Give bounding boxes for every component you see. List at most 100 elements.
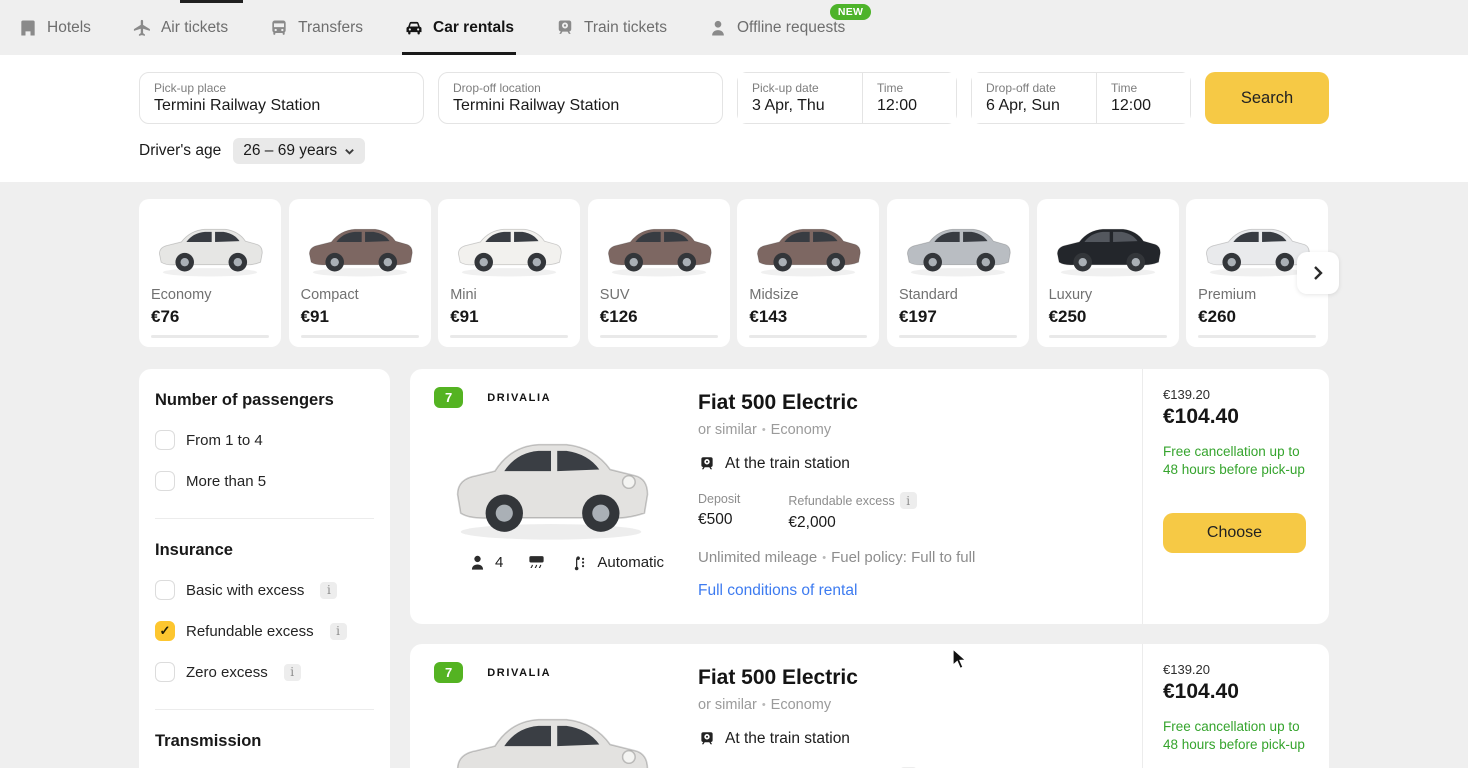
listing-price-panel: €139.20 €104.40 Free cancellation up to … (1142, 644, 1329, 768)
category-price: €91 (450, 307, 568, 327)
car-title: Fiat 500 Electric (698, 391, 1126, 415)
car-subtitle: or similarEconomy (698, 422, 1126, 438)
pickup-location-text: At the train station (725, 455, 850, 473)
dropoff-place-label: Drop-off location (453, 81, 708, 95)
car-thumbnail (450, 207, 568, 287)
seats-count: 4 (495, 554, 503, 571)
pickup-location: At the train station (698, 455, 1126, 473)
checkbox[interactable] (155, 430, 175, 450)
cancellation-note: Free cancellation up to 48 hours before … (1163, 718, 1309, 754)
price-old: €139.20 (1163, 662, 1309, 677)
pickup-datetime-group: Pick-up date 3 Apr, Thu Time 12:00 (737, 72, 957, 124)
filter-option-more-than-5[interactable]: More than 5 (155, 471, 374, 491)
category-underline (749, 335, 867, 338)
filter-section-transmission: Transmission Automatic (155, 709, 374, 768)
plane-icon (132, 18, 152, 38)
tab-label: Air tickets (161, 19, 228, 37)
category-name: Midsize (749, 287, 867, 303)
listing-details: Fiat 500 Electric or similarEconomy At t… (688, 369, 1142, 624)
vendor-logo: DRIVALIA (487, 392, 551, 404)
pickup-time-value: 12:00 (877, 97, 942, 115)
checkbox[interactable] (155, 662, 175, 682)
info-icon[interactable]: i (320, 582, 337, 599)
car-thumbnail (600, 207, 718, 287)
filter-title: Number of passengers (155, 391, 374, 410)
price-old: €139.20 (1163, 387, 1309, 402)
category-card-mini[interactable]: Mini €91 (438, 199, 580, 347)
pickup-location-text: At the train station (725, 730, 850, 748)
excess-value: €2,000 (788, 514, 916, 532)
category-card-luxury[interactable]: Luxury €250 (1037, 199, 1179, 347)
vendor-rating-badge: 7 (434, 662, 463, 683)
carousel-next-button[interactable] (1297, 252, 1339, 294)
full-conditions-link[interactable]: Full conditions of rental (698, 582, 857, 600)
pickup-place-value: Termini Railway Station (154, 97, 409, 115)
filter-option-zero-excess[interactable]: Zero excess i (155, 662, 374, 682)
tab-offline-requests[interactable]: Offline requests NEW (706, 0, 847, 55)
tab-train-tickets[interactable]: Train tickets (553, 0, 669, 55)
tab-transfers[interactable]: Transfers (267, 0, 365, 55)
tab-air-tickets[interactable]: Air tickets (130, 0, 230, 55)
search-button[interactable]: Search (1205, 72, 1329, 124)
checkbox[interactable] (155, 471, 175, 491)
info-icon[interactable]: i (330, 623, 347, 640)
dropoff-place-field[interactable]: Drop-off location Termini Railway Statio… (438, 72, 723, 124)
filter-option-from-1-to-4[interactable]: From 1 to 4 (155, 430, 374, 450)
car-thumbnail (749, 207, 867, 287)
category-name: Standard (899, 287, 1017, 303)
vendor-logo: DRIVALIA (487, 667, 551, 679)
listing-price-panel: €139.20 €104.40 Free cancellation up to … (1142, 369, 1329, 624)
choose-button[interactable]: Choose (1163, 513, 1306, 553)
category-price: €91 (301, 307, 419, 327)
fuel-policy-text: Fuel policy: Full to full (831, 549, 975, 566)
main-nav: Hotels Air tickets Transfers Car rentals… (0, 0, 1468, 55)
car-icon (404, 18, 424, 38)
filter-option-label: More than 5 (186, 473, 266, 490)
dropoff-datetime-group: Drop-off date 6 Apr, Sun Time 12:00 (971, 72, 1191, 124)
dropoff-date-field[interactable]: Drop-off date 6 Apr, Sun (972, 73, 1096, 123)
new-badge: NEW (830, 4, 871, 20)
car-photo (442, 693, 688, 768)
tab-label: Train tickets (584, 19, 667, 37)
filter-option-refundable-excess[interactable]: Refundable excess i (155, 621, 374, 641)
category-card-suv[interactable]: SUV €126 (588, 199, 730, 347)
category-name: Economy (151, 287, 269, 303)
tab-label: Offline requests (737, 19, 845, 37)
category-card-economy[interactable]: Economy €76 (139, 199, 281, 347)
dropoff-time-value: 12:00 (1111, 97, 1176, 115)
filter-section-insurance: Insurance Basic with excess i Refundable… (155, 518, 374, 709)
tab-car-rentals[interactable]: Car rentals (402, 0, 516, 55)
dot-separator (762, 422, 766, 438)
pickup-date-field[interactable]: Pick-up date 3 Apr, Thu (738, 73, 862, 123)
category-underline (1049, 335, 1167, 338)
category-underline (301, 335, 419, 338)
chevron-down-icon (344, 146, 355, 157)
category-card-midsize[interactable]: Midsize €143 (737, 199, 879, 347)
mileage-text: Unlimited mileage (698, 549, 817, 566)
pickup-place-field[interactable]: Pick-up place Termini Railway Station (139, 72, 424, 124)
tab-label: Hotels (47, 19, 91, 37)
deposit-value: €500 (698, 511, 740, 529)
category-card-standard[interactable]: Standard €197 (887, 199, 1029, 347)
info-icon[interactable]: i (900, 492, 917, 509)
filter-title: Insurance (155, 541, 374, 560)
dropoff-time-field[interactable]: Time 12:00 (1096, 73, 1190, 123)
category-price: €260 (1198, 307, 1316, 327)
listing-card: 7 DRIVALIA 4 Aut (410, 644, 1329, 768)
filter-option-basic-with-excess[interactable]: Basic with excess i (155, 580, 374, 600)
price-current: €104.40 (1163, 680, 1309, 704)
info-icon[interactable]: i (284, 664, 301, 681)
shuttle-bus-icon (269, 18, 289, 38)
tab-hotels[interactable]: Hotels (16, 0, 93, 55)
pickup-time-field[interactable]: Time 12:00 (862, 73, 956, 123)
category-carousel: Economy €76 Compact €91 Mini €91 (139, 199, 1329, 347)
vendor-rating-badge: 7 (434, 387, 463, 408)
excess-block: Refundable excess i €2,000 (788, 492, 916, 532)
category-price: €143 (749, 307, 867, 327)
checkbox[interactable] (155, 580, 175, 600)
checkbox[interactable] (155, 621, 175, 641)
drivers-age-value: 26 – 69 years (243, 142, 337, 160)
excess-label: Refundable excess (788, 494, 894, 508)
drivers-age-select[interactable]: 26 – 69 years (233, 138, 365, 164)
category-card-compact[interactable]: Compact €91 (289, 199, 431, 347)
